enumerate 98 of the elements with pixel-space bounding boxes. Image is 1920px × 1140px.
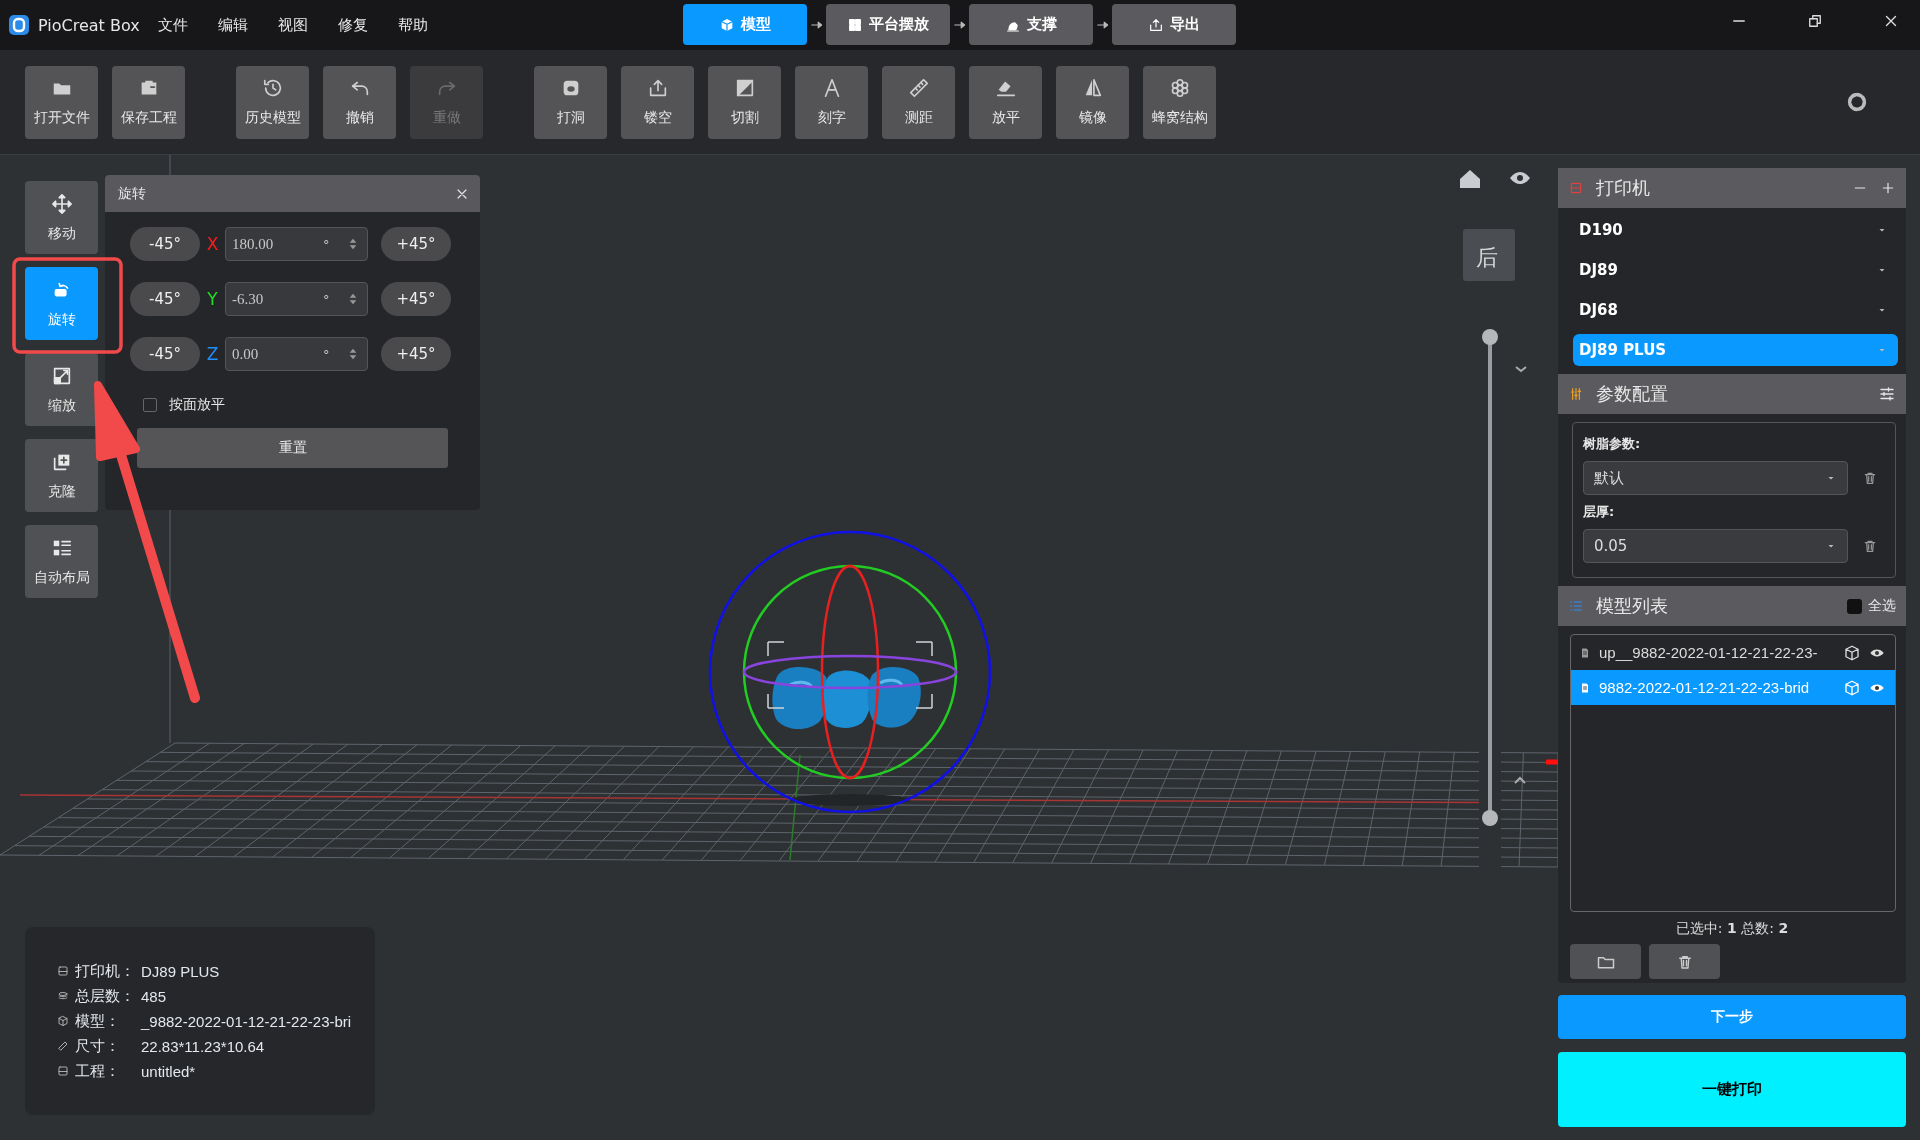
- toolbar-button[interactable]: 历史模型: [236, 65, 309, 139]
- sliders-icon: [1568, 386, 1584, 402]
- step-up-button[interactable]: +45°: [381, 337, 451, 371]
- trash-icon[interactable]: [1862, 470, 1878, 486]
- info-value: untitled*: [141, 1062, 196, 1080]
- axis-label: Y: [206, 289, 219, 309]
- menu-item[interactable]: 修复: [323, 15, 383, 35]
- slider-handle[interactable]: [1482, 329, 1498, 345]
- printer-icon: [57, 965, 69, 977]
- checkbox[interactable]: [143, 398, 157, 412]
- step-tab[interactable]: 平台摆放: [826, 4, 950, 45]
- settings-icon[interactable]: [1878, 385, 1896, 403]
- menu-item[interactable]: 编辑: [203, 15, 263, 35]
- grid-icon: [847, 16, 863, 33]
- info-label: 模型：: [75, 1011, 121, 1031]
- chevron-up-icon[interactable]: [1514, 776, 1526, 784]
- layer-select[interactable]: 0.05: [1583, 529, 1848, 563]
- cube-icon: [719, 16, 735, 33]
- toolbar-button[interactable]: 刻字: [795, 65, 868, 139]
- checkbox-label: 按面放平: [169, 396, 225, 414]
- section-title: 模型列表: [1596, 594, 1669, 618]
- angle-field[interactable]: -6.30 °: [225, 282, 368, 316]
- toolbar-button[interactable]: 保存工程: [112, 65, 185, 139]
- ruler-icon: [57, 1040, 69, 1052]
- step-down-button[interactable]: -45°: [130, 337, 200, 371]
- project-icon: [57, 1065, 69, 1077]
- list-icon: [1568, 598, 1584, 614]
- step-up-button[interactable]: +45°: [381, 227, 451, 261]
- app-title: PioCreat Box: [38, 15, 140, 35]
- toolbar-button[interactable]: 镜像: [1056, 65, 1129, 139]
- info-label: 总层数：: [75, 986, 136, 1006]
- info-label: 工程：: [75, 1061, 121, 1081]
- toolbar-button[interactable]: 放平: [969, 65, 1042, 139]
- home-icon[interactable]: [1460, 170, 1480, 188]
- axis-label: Z: [205, 344, 220, 364]
- section-title: 打印机: [1596, 176, 1651, 200]
- info-value: 22.83*11.23*10.64: [141, 1037, 265, 1055]
- printer-icon: [1568, 180, 1584, 196]
- history-icon: [261, 77, 284, 99]
- toolbar-button[interactable]: 测距: [882, 65, 955, 139]
- menu-item[interactable]: 帮助: [383, 15, 443, 35]
- ruler-icon: [907, 77, 930, 99]
- toolbar-button[interactable]: 打洞: [534, 65, 607, 139]
- model-list-item[interactable]: up__9882-2022-01-12-21-22-23-: [1571, 635, 1895, 670]
- toolbar-button[interactable]: 撤销: [323, 65, 396, 139]
- info-value: _9882-2022-01-12-21-22-23-bri: [141, 1012, 352, 1030]
- checkbox-label: 全选: [1868, 597, 1896, 615]
- step-down-button[interactable]: -45°: [130, 282, 200, 316]
- printer-item[interactable]: DJ89: [1573, 254, 1898, 286]
- tool-button[interactable]: 缩放: [25, 353, 98, 426]
- info-label: 打印机：: [75, 961, 136, 981]
- trash-icon[interactable]: [1862, 538, 1878, 554]
- layer-slider[interactable]: [1482, 329, 1498, 826]
- resin-select[interactable]: 默认: [1583, 461, 1848, 495]
- step-down-button[interactable]: -45°: [130, 227, 200, 261]
- open-folder-button[interactable]: [1570, 944, 1641, 979]
- cube-face-label: 后: [1476, 245, 1498, 270]
- loading-icon[interactable]: [1846, 91, 1868, 113]
- section-title: 参数配置: [1596, 382, 1669, 406]
- axis-label: X: [205, 234, 220, 254]
- tool-button[interactable]: 克隆: [25, 439, 98, 512]
- dialog-title: 旋转: [118, 184, 146, 203]
- toolbar-button[interactable]: 蜂窝结构: [1143, 65, 1216, 139]
- move-icon: [50, 192, 73, 215]
- plus-icon[interactable]: [1880, 180, 1896, 196]
- info-value: 485: [141, 987, 167, 1005]
- toolbar-button[interactable]: 打开文件: [25, 65, 98, 139]
- tool-button[interactable]: 自动布局: [25, 525, 98, 598]
- chevron-down-icon[interactable]: [1515, 366, 1527, 373]
- angle-field[interactable]: 180.00 °: [225, 227, 368, 261]
- printer-item[interactable]: DJ68: [1573, 294, 1898, 326]
- info-label: 尺寸：: [75, 1036, 121, 1056]
- toolbar-button[interactable]: 切割: [708, 65, 781, 139]
- reset-button[interactable]: 重置: [137, 428, 448, 468]
- info-value: DJ89 PLUS: [141, 962, 220, 980]
- restore-icon[interactable]: [1806, 12, 1824, 30]
- selection-status: 已选中: 1 总数: 2: [1674, 920, 1790, 938]
- toolbar-button[interactable]: 镂空: [621, 65, 694, 139]
- cube-icon: [57, 1015, 69, 1027]
- step-tab[interactable]: 导出: [1112, 4, 1236, 45]
- eye-icon[interactable]: [1510, 172, 1530, 184]
- logo-icon: [8, 14, 30, 36]
- view-cube[interactable]: [1463, 229, 1515, 281]
- field-label: 层厚:: [1583, 503, 1616, 521]
- angle-field[interactable]: 0.00 °: [225, 337, 368, 371]
- cube-icon[interactable]: [1843, 643, 1861, 662]
- menu-item[interactable]: 文件: [143, 15, 203, 35]
- checkbox[interactable]: [1847, 598, 1862, 614]
- field-label: 树脂参数:: [1583, 435, 1642, 453]
- layers-icon: [57, 990, 69, 1002]
- print-button[interactable]: 一键打印: [1558, 1052, 1906, 1127]
- step-tab[interactable]: 支撑: [969, 4, 1093, 45]
- menu-item[interactable]: 视图: [263, 15, 323, 35]
- printer-item[interactable]: D190: [1573, 214, 1898, 246]
- tool-button[interactable]: 移动: [25, 181, 98, 254]
- delete-button[interactable]: [1649, 944, 1720, 979]
- export-icon: [1148, 16, 1164, 33]
- step-up-button[interactable]: +45°: [381, 282, 451, 316]
